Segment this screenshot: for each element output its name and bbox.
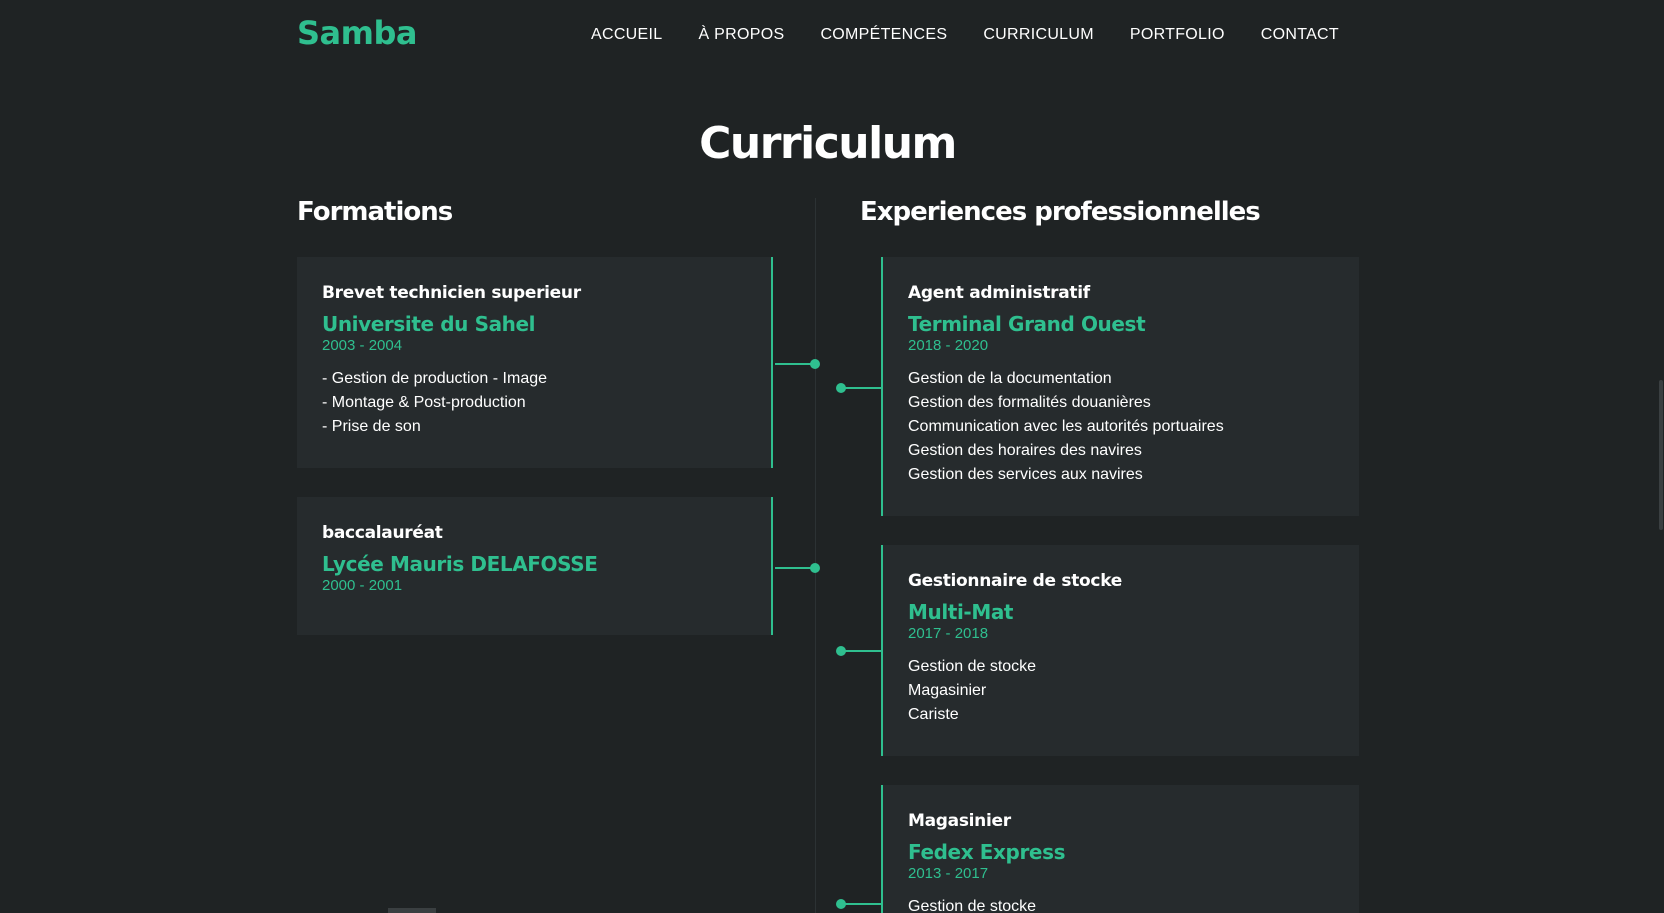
page: Samba ACCUEIL À PROPOS COMPÉTENCES CURRI… (0, 0, 1664, 913)
experience-detail-item: Gestion de stocke (908, 898, 1037, 913)
timeline-dot (836, 646, 846, 656)
nav-link-curriculum[interactable]: CURRICULUM (983, 26, 1094, 44)
formation-card: baccalauréat Lycée Mauris DELAFOSSE 2000… (297, 497, 773, 635)
experience-card: Magasinier Fedex Express 2013 - 2017 Ges… (881, 785, 1359, 913)
experience-detail-item: Gestion de la documentation (908, 370, 1112, 387)
formation-degree: Brevet technicien superieur (322, 283, 581, 303)
experience-company: Terminal Grand Ouest (908, 312, 1146, 336)
timeline-dot (810, 563, 820, 573)
formation-card: Brevet technicien superieur Universite d… (297, 257, 773, 468)
experience-dates: 2018 - 2020 (908, 337, 989, 354)
formation-detail-item: - Montage & Post-production (322, 394, 526, 411)
experience-role: Agent administratif (908, 283, 1090, 303)
experience-details: Gestion de stocke (908, 895, 1334, 913)
nav-link-portfolio[interactable]: PORTFOLIO (1130, 26, 1225, 44)
nav-link-accueil[interactable]: ACCUEIL (591, 26, 662, 44)
formations-heading: Formations (297, 197, 453, 227)
formation-detail-item: - Prise de son (322, 418, 421, 435)
experience-details: Gestion de stocke Magasinier Cariste (908, 655, 1334, 727)
timeline-connector (842, 650, 881, 652)
experience-detail-item: Cariste (908, 706, 959, 723)
experience-role: Magasinier (908, 811, 1011, 831)
nav-link-contact[interactable]: CONTACT (1261, 26, 1339, 44)
main-nav: ACCUEIL À PROPOS COMPÉTENCES CURRICULUM … (591, 26, 1339, 44)
experience-role: Gestionnaire de stocke (908, 571, 1122, 591)
nav-link-a-propos[interactable]: À PROPOS (698, 26, 784, 44)
timeline-connector (775, 363, 813, 365)
formation-dates: 2000 - 2001 (322, 577, 403, 594)
timeline-connector (842, 903, 881, 905)
scrollbar-thumb[interactable] (1659, 380, 1663, 530)
experience-detail-item: Gestion des services aux navires (908, 466, 1143, 483)
timeline-connector (775, 567, 813, 569)
experience-company: Fedex Express (908, 840, 1066, 864)
experience-detail-item: Gestion des horaires des navires (908, 442, 1142, 459)
timeline-connector (842, 387, 881, 389)
formation-school: Lycée Mauris DELAFOSSE (322, 552, 598, 576)
formation-school: Universite du Sahel (322, 312, 536, 336)
experience-detail-item: Gestion de stocke (908, 658, 1037, 675)
formation-detail-item: - Gestion de production - Image (322, 370, 548, 387)
site-logo[interactable]: Samba (297, 14, 417, 52)
experience-card: Gestionnaire de stocke Multi-Mat 2017 - … (881, 545, 1359, 756)
experience-card: Agent administratif Terminal Grand Ouest… (881, 257, 1359, 516)
experience-dates: 2017 - 2018 (908, 625, 989, 642)
experience-details: Gestion de la documentation Gestion des … (908, 367, 1334, 487)
experience-detail-item: Gestion des formalités douanières (908, 394, 1151, 411)
page-title: Curriculum (699, 118, 957, 169)
experience-detail-item: Magasinier (908, 682, 987, 699)
scroll-to-top-tab[interactable] (388, 908, 436, 913)
formation-degree: baccalauréat (322, 523, 443, 543)
experience-detail-item: Communication avec les autorités portuai… (908, 418, 1224, 435)
timeline-divider (815, 198, 816, 913)
formation-details: - Gestion de production - Image - Montag… (322, 367, 746, 439)
experiences-heading: Experiences professionnelles (860, 197, 1261, 227)
timeline-dot (810, 359, 820, 369)
experience-company: Multi-Mat (908, 600, 1014, 624)
formation-dates: 2003 - 2004 (322, 337, 403, 354)
experience-dates: 2013 - 2017 (908, 865, 989, 882)
timeline-dot (836, 899, 846, 909)
timeline-dot (836, 383, 846, 393)
nav-link-competences[interactable]: COMPÉTENCES (820, 26, 947, 44)
scrollbar[interactable] (1656, 0, 1664, 913)
